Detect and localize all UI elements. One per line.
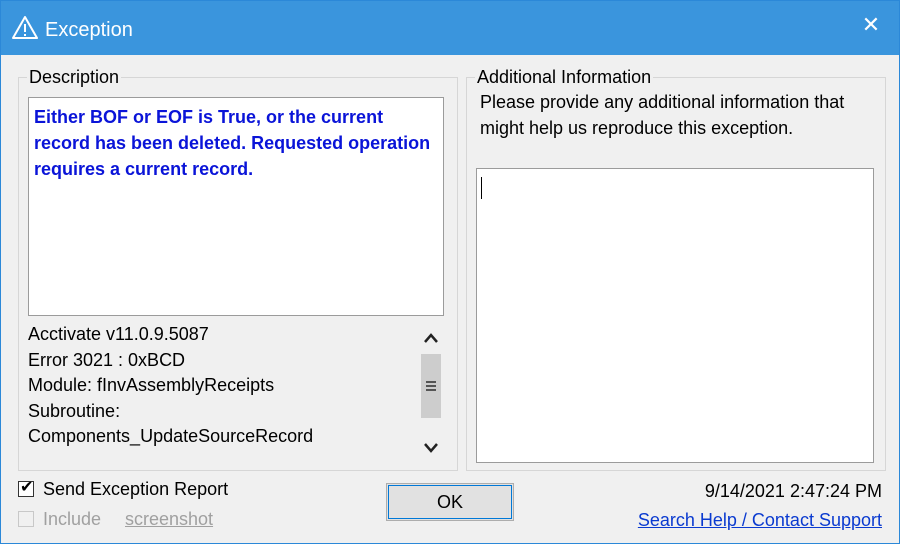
scroll-down-button[interactable] (418, 434, 444, 462)
description-label: Description (27, 66, 122, 88)
scroll-up-button[interactable] (418, 324, 444, 352)
screenshot-label: screenshot (125, 509, 214, 529)
detail-line: Components_UpdateSourceRecord (28, 426, 314, 446)
support-link[interactable]: Search Help / Contact Support (638, 509, 882, 531)
details-scrollbar[interactable] (418, 322, 444, 464)
send-report-label[interactable]: Send Exception Report (43, 478, 228, 500)
close-button[interactable]: ✕ (843, 1, 899, 49)
chevron-up-icon (424, 333, 438, 343)
detail-line: Acctivate v11.0.9.5087 (28, 324, 209, 344)
additional-info-label: Additional Information (475, 66, 654, 88)
description-message: Either BOF or EOF is True, or the curren… (34, 107, 431, 179)
detail-line: Error 3021 : 0xBCD (28, 349, 186, 370)
detail-line: Subroutine: (28, 400, 121, 421)
ok-button[interactable]: OK (386, 483, 514, 521)
additional-info-textarea[interactable] (476, 168, 874, 463)
checkmark-icon: ✔ (20, 479, 34, 496)
close-icon: ✕ (861, 12, 881, 37)
text-caret (481, 177, 482, 199)
scroll-thumb[interactable] (421, 354, 441, 418)
send-report-checkbox-box[interactable]: ✔ (18, 479, 34, 497)
grip-icon (426, 381, 436, 391)
description-message-box[interactable]: Either BOF or EOF is True, or the curren… (28, 97, 444, 316)
detail-line: Module: fInvAssemblyReceipts (28, 375, 275, 395)
include-label: Include (43, 509, 102, 529)
warning-icon (12, 15, 38, 41)
timestamp: 9/14/2021 2:47:24 PM (704, 481, 882, 501)
include-screenshot-checkbox-box[interactable] (18, 511, 34, 527)
error-details-list[interactable]: Acctivate v11.0.9.5087 Error 3021 : 0xBC… (28, 322, 444, 464)
window-title: Exception (45, 19, 133, 41)
additional-info-prompt: Please provide any additional informatio… (480, 92, 845, 138)
error-details-text: Acctivate v11.0.9.5087 Error 3021 : 0xBC… (28, 322, 412, 450)
exception-dialog: Exception ✕ Description Either BOF or EO… (0, 0, 900, 544)
chevron-down-icon (424, 443, 438, 453)
title-bar: Exception ✕ (1, 1, 899, 55)
